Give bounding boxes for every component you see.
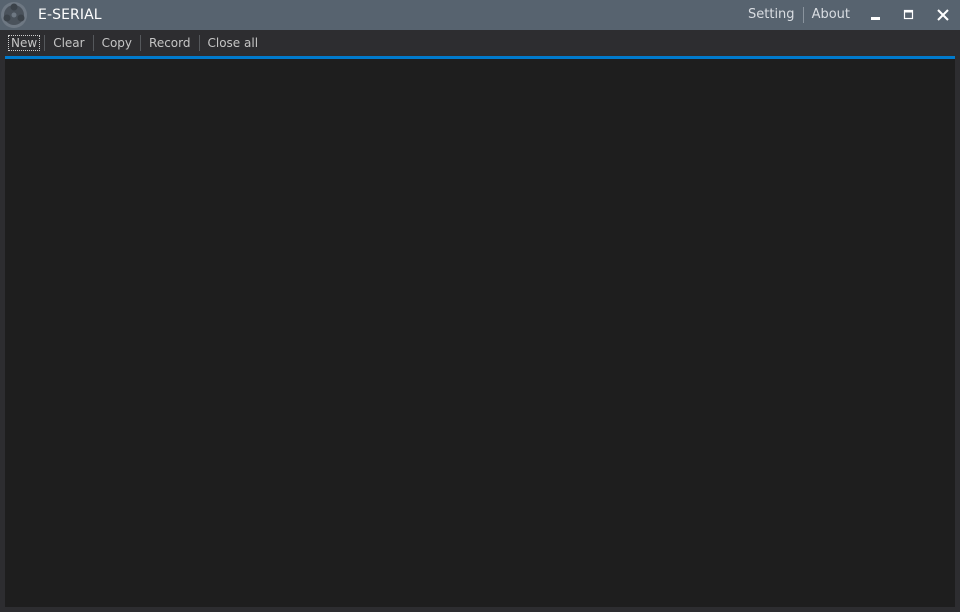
title-links: Setting About [740,0,858,30]
toolbar-items: New Clear Copy Record Close all [6,34,266,52]
about-link[interactable]: About [804,7,858,23]
app-logo-icon [0,1,30,29]
minimize-icon [871,17,880,20]
close-button[interactable] [928,0,958,30]
close-all-button[interactable]: Close all [200,35,267,51]
minimize-button[interactable] [860,0,890,30]
toolbar: New Clear Copy Record Close all [0,30,960,56]
main-content-area[interactable] [5,59,955,607]
clear-button[interactable]: Clear [45,35,94,51]
maximize-icon [903,9,914,20]
title-bar[interactable]: E-SERIAL Setting About [0,0,960,30]
record-button[interactable]: Record [141,35,200,51]
new-button[interactable]: New [8,35,41,51]
app-title: E-SERIAL [38,7,102,23]
close-icon [937,9,949,21]
copy-button[interactable]: Copy [94,35,142,51]
maximize-button[interactable] [893,0,923,30]
app-window: E-SERIAL Setting About New Clear Copy Re… [0,0,960,612]
setting-link[interactable]: Setting [740,7,804,23]
